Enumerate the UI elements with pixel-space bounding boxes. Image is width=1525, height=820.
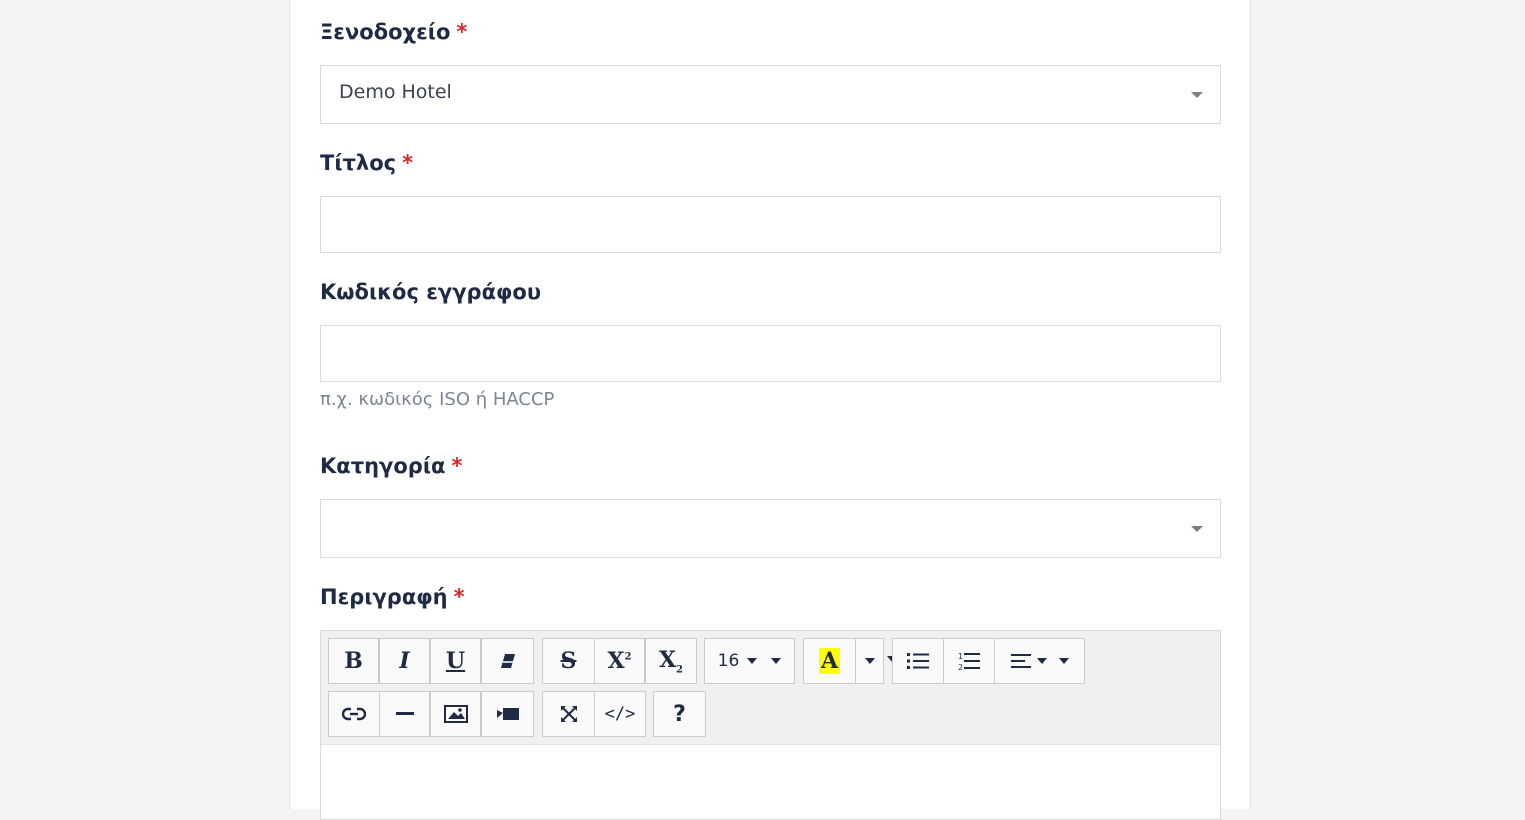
horizontal-rule-button[interactable] — [379, 691, 430, 737]
svg-text:1: 1 — [958, 652, 963, 661]
video-icon — [496, 708, 519, 720]
strikethrough-button[interactable]: S — [542, 638, 595, 684]
hotel-select-value: Demo Hotel — [339, 81, 452, 103]
code-view-button[interactable]: </> — [594, 691, 646, 737]
highlight-button[interactable]: A — [803, 638, 856, 684]
clear-format-button[interactable] — [481, 638, 534, 684]
italic-icon: I — [399, 648, 410, 674]
title-label: Τίτλος * — [320, 151, 413, 175]
subscript-icon: X2 — [658, 646, 684, 676]
editor-content-area[interactable] — [321, 745, 1220, 819]
code-view-icon: </> — [604, 704, 636, 724]
editor-toolbar: B I U S X2 X2 16 A 1 2 </> ? — [321, 631, 1220, 745]
form-card: Ξενοδοχείο * Demo Hotel Τίτλος * Κωδικός ε… — [289, 0, 1251, 820]
title-input[interactable] — [320, 196, 1221, 253]
hotel-select[interactable]: Demo Hotel — [320, 65, 1221, 124]
chevron-down-icon — [771, 658, 782, 664]
title-label-text: Τίτλος — [320, 151, 397, 175]
align-dropdown[interactable] — [994, 638, 1085, 684]
chevron-down-icon — [864, 658, 875, 664]
chevron-down-icon — [1058, 658, 1069, 664]
required-mark: * — [451, 454, 463, 478]
description-label-text: Περιγραφή — [320, 585, 448, 609]
highlight-dropdown[interactable] — [855, 638, 884, 684]
font-size-value: 16 — [717, 651, 740, 671]
superscript-button[interactable]: X2 — [594, 638, 645, 684]
required-mark: * — [453, 585, 465, 609]
link-icon — [342, 707, 366, 721]
category-label-text: Κατηγορία — [320, 454, 446, 478]
italic-button[interactable]: I — [379, 638, 430, 684]
video-button[interactable] — [481, 691, 534, 737]
align-icon — [1010, 654, 1031, 668]
chevron-down-icon — [747, 658, 758, 664]
subscript-button[interactable]: X2 — [645, 638, 697, 684]
chevron-down-icon — [1036, 658, 1047, 664]
highlight-icon: A — [818, 648, 841, 674]
fullscreen-button[interactable] — [542, 691, 595, 737]
hotel-label-text: Ξενοδοχείο — [320, 20, 451, 44]
list-ul-icon — [907, 653, 929, 669]
list-ol-icon: 1 2 — [958, 652, 980, 671]
image-icon — [443, 705, 468, 723]
fullscreen-icon — [560, 706, 577, 722]
unordered-list-button[interactable] — [892, 638, 944, 684]
underline-icon: U — [445, 648, 466, 674]
link-button[interactable] — [328, 691, 380, 737]
doc-code-input[interactable] — [320, 325, 1221, 382]
ordered-list-button[interactable]: 1 2 — [943, 638, 995, 684]
bold-button[interactable]: B — [328, 638, 379, 684]
underline-button[interactable]: U — [430, 638, 481, 684]
help-button[interactable]: ? — [653, 691, 706, 737]
horizontal-rule-icon — [395, 712, 414, 715]
rich-text-editor: B I U S X2 X2 16 A 1 2 </> ? — [320, 630, 1221, 820]
hotel-label: Ξενοδοχείο * — [320, 20, 467, 44]
description-label: Περιγραφή * — [320, 585, 465, 609]
strikethrough-icon: S — [560, 648, 577, 674]
category-select[interactable] — [320, 499, 1221, 558]
category-label: Κατηγορία * — [320, 454, 462, 478]
chevron-down-icon — [1191, 526, 1203, 532]
doc-code-label: Κωδικός εγγράφου — [320, 280, 542, 304]
superscript-icon: X2 — [607, 648, 632, 674]
required-mark: * — [456, 20, 468, 44]
help-icon: ? — [673, 701, 686, 727]
svg-text:2: 2 — [958, 663, 963, 671]
font-size-dropdown[interactable]: 16 — [704, 638, 795, 684]
bold-icon: B — [344, 648, 363, 674]
chevron-down-icon — [1191, 92, 1203, 98]
required-mark: * — [402, 151, 414, 175]
eraser-icon — [500, 654, 515, 668]
doc-code-help: π.χ. κωδικός ISO ή HACCP — [320, 389, 555, 410]
image-button[interactable] — [430, 691, 481, 737]
